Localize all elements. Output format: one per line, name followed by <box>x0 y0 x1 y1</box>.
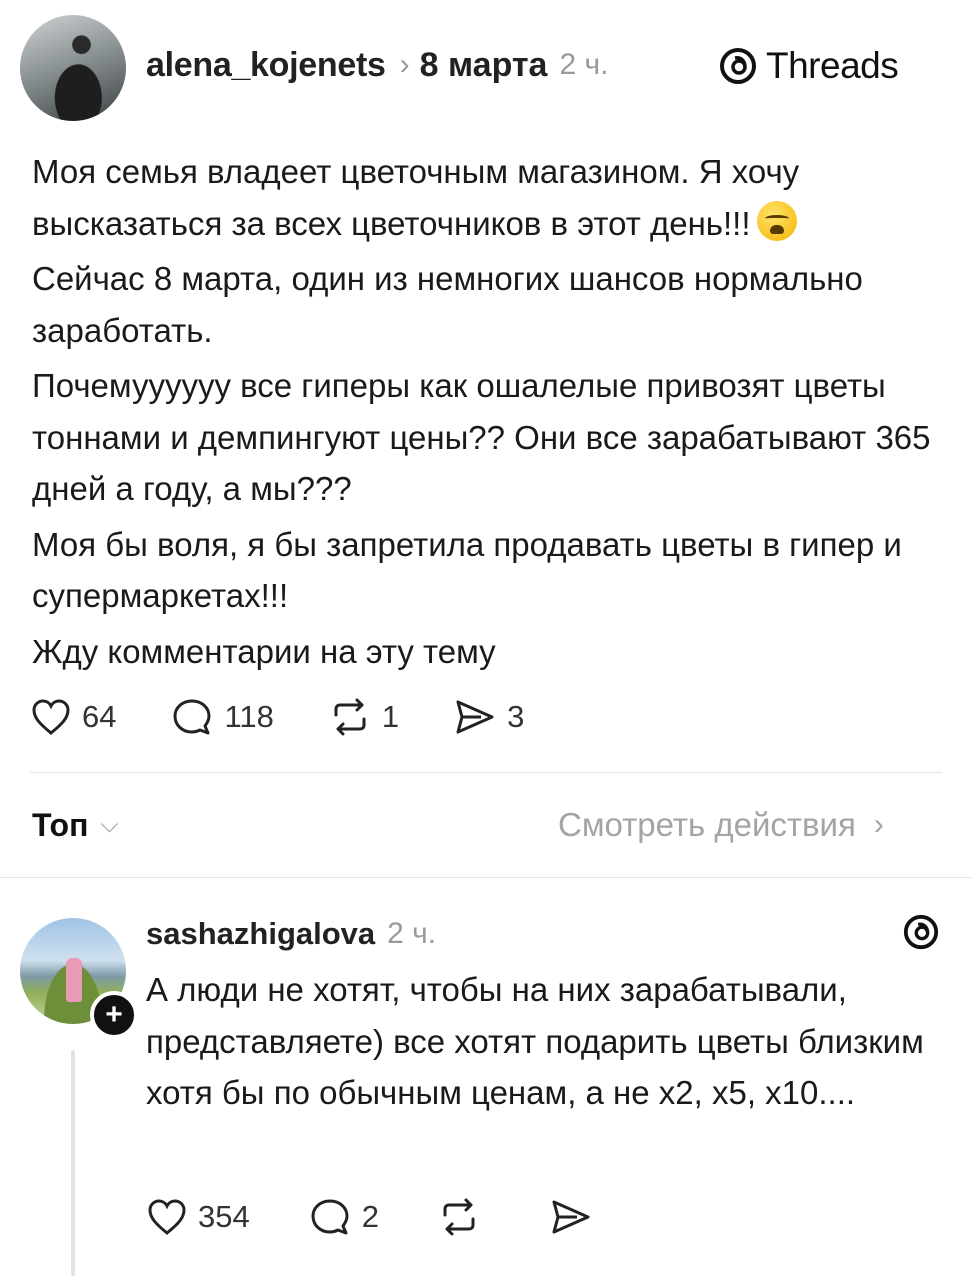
divider <box>0 877 971 878</box>
view-activity-link[interactable]: Смотреть действия › <box>558 800 884 850</box>
like-button[interactable]: 64 <box>30 697 116 737</box>
follow-plus-icon[interactable]: + <box>90 991 138 1039</box>
post-paragraph: Почемуууууу все гиперы как ошалелые прив… <box>32 367 931 507</box>
comment-button[interactable]: 118 <box>170 696 274 738</box>
sort-label: Топ <box>32 806 89 843</box>
reply-share-button[interactable] <box>549 1197 603 1237</box>
threads-logo-icon <box>720 48 756 84</box>
repost-icon <box>443 1198 475 1236</box>
threads-brand: Threads <box>718 40 899 92</box>
heart-icon <box>32 699 70 735</box>
avatar-figure <box>66 958 82 1002</box>
chevron-right-icon: › <box>399 48 410 81</box>
loudly-crying-face-emoji <box>756 200 797 241</box>
sort-dropdown[interactable]: Топ ⌵ <box>32 800 119 850</box>
post-time: 2 ч. <box>559 48 609 81</box>
comment-bubble-icon <box>311 1199 349 1235</box>
comment-bubble-icon <box>173 699 211 735</box>
view-activity-label: Смотреть действия <box>558 806 856 843</box>
reply-actions: 354 2 <box>146 1192 661 1242</box>
chevron-down-icon: ⌵ <box>100 811 119 838</box>
post-paragraph: Моя семья владеет цветочным магазином. Я… <box>32 153 800 242</box>
post-paragraph: Моя бы воля, я бы запретила продавать цв… <box>32 525 902 615</box>
reply-time: 2 ч. <box>387 917 437 950</box>
post-paragraph: Сейчас 8 марта, один из немногих шансов … <box>32 260 863 349</box>
post-actions: 64 118 1 3 <box>30 692 578 742</box>
like-count: 64 <box>82 699 117 734</box>
thread-line <box>71 1050 75 1276</box>
reply-username[interactable]: sashazhigalova <box>146 916 375 952</box>
reply-header: sashazhigalova 2 ч. <box>146 910 436 958</box>
author-username[interactable]: alena_kojenets <box>146 46 386 85</box>
share-count: 3 <box>507 699 525 734</box>
heart-icon <box>148 1199 186 1235</box>
reply-like-button[interactable]: 354 <box>146 1197 250 1237</box>
divider <box>30 772 942 773</box>
reply-comment-button[interactable]: 2 <box>308 1196 379 1238</box>
brand-name: Threads <box>766 45 899 86</box>
threads-logo-icon <box>903 914 939 950</box>
repost-count: 1 <box>381 699 400 734</box>
send-icon <box>552 1200 590 1234</box>
author-avatar[interactable] <box>20 15 126 121</box>
reply-like-count: 354 <box>198 1199 250 1234</box>
share-button[interactable]: 3 <box>453 697 524 737</box>
reply-repost-button[interactable] <box>437 1197 491 1237</box>
post-date[interactable]: 8 марта <box>420 46 548 85</box>
reply-threads-logo[interactable] <box>902 913 940 956</box>
repost-icon <box>334 698 366 736</box>
chevron-right-icon: › <box>873 808 884 841</box>
post-paragraph: Жду комментарии на эту тему <box>32 632 496 670</box>
post-text: Моя семья владеет цветочным магазином. Я… <box>32 146 932 681</box>
post-header: alena_kojenets › 8 марта 2 ч. <box>146 40 608 90</box>
reply-text: А люди не хотят, чтобы на них зарабатыва… <box>146 971 924 1111</box>
repost-button[interactable]: 1 <box>328 697 399 737</box>
send-icon <box>456 700 494 734</box>
reply-comment-count: 2 <box>361 1199 379 1234</box>
comment-count: 118 <box>224 699 274 734</box>
